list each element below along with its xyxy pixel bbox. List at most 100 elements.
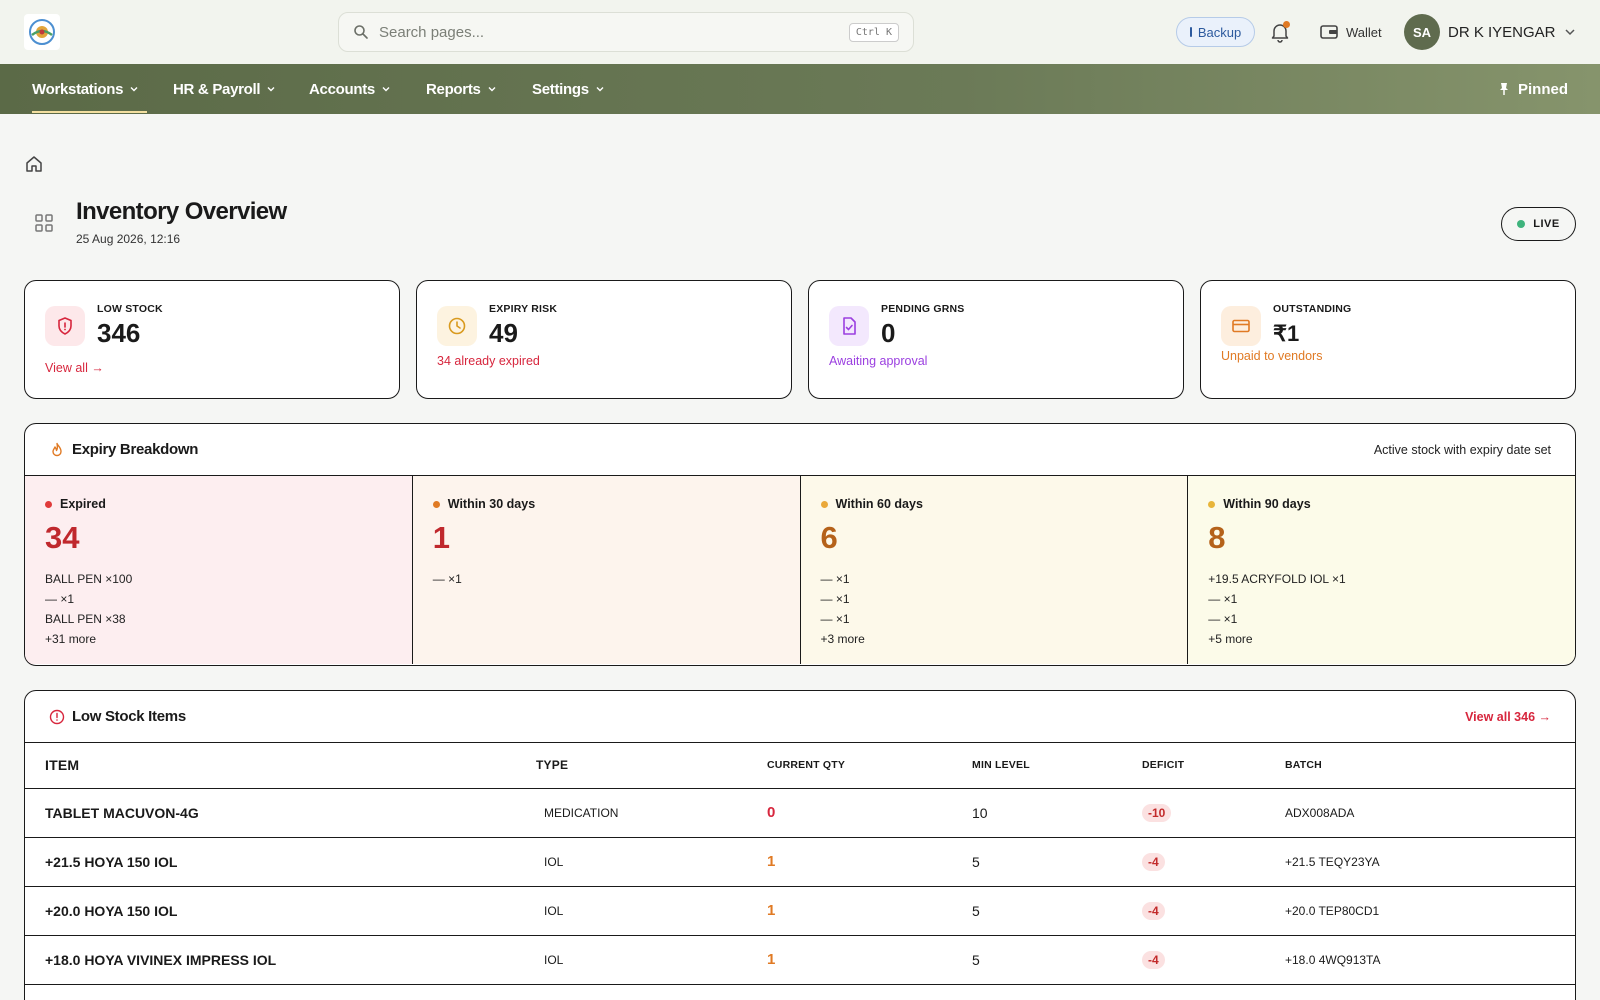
nav-label: Workstations — [32, 80, 124, 98]
user-menu[interactable]: SA DR K IYENGAR — [1404, 13, 1576, 51]
kpi-icon-wrap — [829, 306, 869, 346]
kpi-card-outstanding[interactable]: OUTSTANDING ₹1 Unpaid to vendors — [1200, 280, 1576, 399]
backup-label: Backup — [1197, 24, 1242, 40]
item-type: IOL — [536, 886, 767, 936]
search-icon — [354, 25, 368, 39]
file-check-icon — [843, 317, 856, 335]
kpi-value: 346 — [97, 318, 141, 348]
batch: ADX008ADA — [1285, 788, 1575, 838]
clock-icon — [448, 317, 466, 335]
item-type: IOL — [536, 935, 767, 985]
status-dot — [432, 500, 440, 508]
deficit-badge: -4 — [1142, 901, 1165, 920]
home-icon — [26, 156, 42, 172]
page-title: Inventory Overview — [76, 198, 287, 225]
chevron-down-icon — [1565, 29, 1575, 36]
expiry-bucket-60-days[interactable]: Within 60 days 6 — ×1 — ×1 — ×1 +3 more — [800, 476, 1189, 664]
live-badge[interactable]: LIVE — [1501, 207, 1576, 241]
bucket-value: 8 — [1208, 520, 1226, 555]
nav-hr-payroll[interactable]: HR & Payroll — [173, 64, 276, 114]
notifications-button[interactable] — [1268, 20, 1292, 44]
bucket-items: +19.5 ACRYFOLD IOL ×1 — ×1 — ×1 +5 more — [1208, 569, 1345, 649]
deficit-badge: -10 — [1142, 803, 1172, 822]
search-bar[interactable]: Ctrl K — [338, 12, 914, 52]
bucket-more-link[interactable]: +31 more — [45, 629, 132, 649]
table-row[interactable]: +18.0 HOYA VIVINEX IMPRESS IOL IOL 1 5 -… — [25, 935, 1575, 985]
panel-header: Low Stock Items View all 346 → — [25, 691, 1575, 743]
bucket-more-link[interactable]: +5 more — [1208, 629, 1345, 649]
deficit-badge: -4 — [1142, 852, 1165, 871]
table-row[interactable]: TABLET MACUVON-4G MEDICATION 0 10 -10 AD… — [25, 788, 1575, 838]
kpi-value: ₹1 — [1273, 321, 1300, 346]
search-input[interactable] — [379, 23, 849, 41]
nav-settings[interactable]: Settings — [532, 64, 605, 114]
table-header-row: ITEM TYPE CURRENT QTY MIN LEVEL DEFICIT … — [25, 743, 1575, 789]
chevron-down-icon — [596, 87, 604, 92]
backup-button[interactable]: Backup — [1176, 17, 1255, 47]
bucket-more-link[interactable]: +3 more — [821, 629, 865, 649]
bucket-item: — ×1 — [1208, 612, 1238, 626]
item-name: +18.0 HOYA VIVINEX IMPRESS IOL — [25, 935, 536, 985]
wallet-button[interactable]: Wallet — [1320, 20, 1382, 44]
view-all-low-stock-link[interactable]: View all → — [45, 361, 104, 375]
deficit-cell: -10 — [1142, 788, 1285, 838]
bucket-item: BALL PEN ×100 — [45, 572, 133, 586]
pinned-button[interactable]: Pinned — [1498, 64, 1568, 114]
column-header[interactable]: BATCH — [1285, 743, 1575, 789]
bucket-items: BALL PEN ×100 — ×1 BALL PEN ×38 +31 more — [45, 569, 132, 649]
column-header[interactable]: CURRENT QTY — [767, 743, 972, 789]
top-bar: Ctrl K Backup Wallet SA DR K IYENGAR — [0, 0, 1600, 64]
kpi-card-expiry-risk[interactable]: EXPIRY RISK 49 34 already expired — [416, 280, 792, 399]
table-row[interactable]: +21.5 HOYA 150 IOL IOL 1 5 -4 +21.5 TEQY… — [25, 837, 1575, 887]
batch: +18.0 4WQ913TA — [1285, 935, 1575, 985]
bucket-label-text: Expired — [60, 497, 106, 511]
bucket-value: 1 — [432, 520, 450, 555]
column-header[interactable]: TYPE — [536, 743, 767, 789]
kpi-note: 34 already expired — [437, 354, 540, 368]
table-row[interactable]: +20.0 HOYA 150 IOL IOL 1 5 -4 +20.0 TEP8… — [25, 886, 1575, 936]
expiry-bucket-90-days[interactable]: Within 90 days 8 +19.5 ACRYFOLD IOL ×1 —… — [1188, 476, 1575, 664]
low-stock-panel: Low Stock Items View all 346 → ITEM TYPE… — [24, 690, 1576, 1000]
shield-alert-icon — [58, 317, 72, 335]
expiry-breakdown-panel: Expiry Breakdown Active stock with expir… — [24, 423, 1576, 666]
bucket-item: — ×1 — [1208, 592, 1238, 606]
view-all-link[interactable]: View all 346 → — [1465, 710, 1551, 724]
app-logo[interactable] — [24, 14, 60, 50]
breadcrumb-home[interactable] — [24, 154, 44, 174]
page-timestamp: 25 Aug 2026, 12:16 — [76, 232, 181, 246]
current-qty: 1 — [767, 886, 972, 936]
column-header[interactable]: DEFICIT — [1142, 743, 1285, 789]
nav-workstations[interactable]: Workstations — [32, 64, 148, 114]
pin-icon — [1499, 83, 1508, 95]
credit-card-icon — [1232, 319, 1250, 333]
bucket-item: — ×1 — [820, 612, 850, 626]
status-dot — [1208, 500, 1216, 508]
main-nav: Workstations HR & Payroll Accounts Repor… — [0, 64, 1600, 114]
kpi-label: PENDING GRNS — [881, 303, 965, 315]
kpi-label: OUTSTANDING — [1273, 303, 1352, 315]
current-qty: 0 — [767, 788, 972, 838]
kpi-card-low-stock[interactable]: LOW STOCK 346 View all → — [24, 280, 400, 399]
bucket-label-text: Within 60 days — [835, 497, 923, 511]
nav-accounts[interactable]: Accounts — [309, 64, 391, 114]
expiry-buckets: Expired 34 BALL PEN ×100 — ×1 BALL PEN ×… — [25, 476, 1575, 664]
min-level: 10 — [972, 788, 1142, 838]
bucket-label: Within 90 days — [1208, 497, 1311, 511]
nav-label: Reports — [426, 80, 481, 98]
avatar: SA — [1404, 14, 1440, 50]
item-name: TABLET MACUVON-4G — [25, 788, 536, 838]
column-header[interactable]: MIN LEVEL — [972, 743, 1142, 789]
kpi-note: Awaiting approval — [829, 354, 928, 368]
kpi-card-pending-grns[interactable]: PENDING GRNS 0 Awaiting approval — [808, 280, 1184, 399]
bucket-item: — ×1 — [432, 572, 462, 586]
nav-reports[interactable]: Reports — [426, 64, 497, 114]
bucket-item: — ×1 — [820, 592, 850, 606]
user-name: DR K IYENGAR — [1448, 23, 1556, 41]
deficit-cell: -4 — [1142, 935, 1285, 985]
panel-subtitle: Active stock with expiry date set — [1373, 443, 1551, 457]
expiry-bucket-expired[interactable]: Expired 34 BALL PEN ×100 — ×1 BALL PEN ×… — [25, 476, 413, 664]
status-dot — [45, 500, 52, 508]
expiry-bucket-30-days[interactable]: Within 30 days 1 — ×1 — [412, 476, 801, 664]
bucket-items: — ×1 — ×1 — ×1 +3 more — [821, 569, 865, 649]
column-header[interactable]: ITEM — [25, 743, 536, 789]
